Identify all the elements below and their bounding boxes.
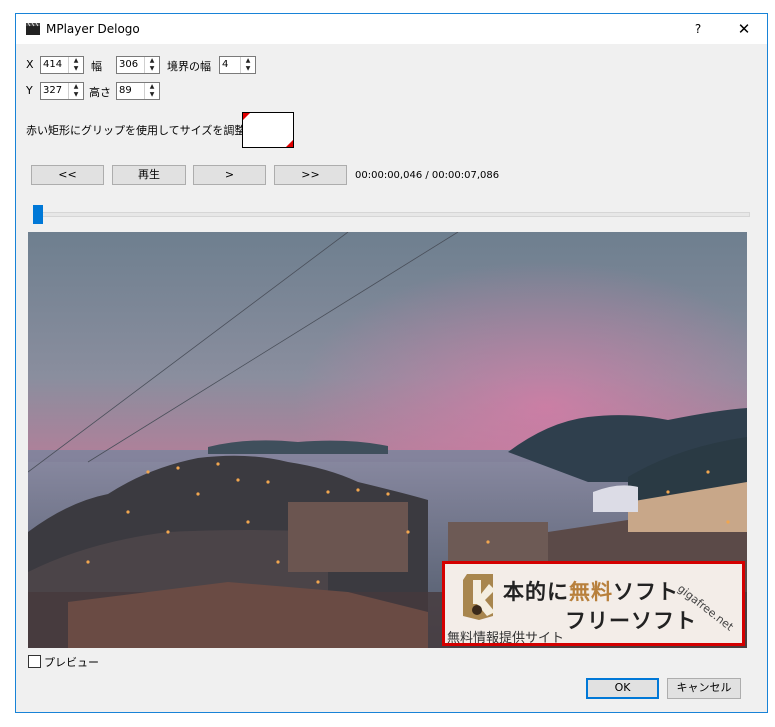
delogo-window: MPlayer Delogo ? ✕ X 414 ▲ ▼ 幅 306 ▲ ▼ 境界の… <box>15 13 768 713</box>
logo-line1: 本的に無料ソフト <box>503 580 679 604</box>
resize-grip-preview[interactable] <box>242 112 294 148</box>
preview-label: プレビュー <box>44 656 99 669</box>
border-spinner[interactable]: 4 ▲ ▼ <box>219 56 256 74</box>
spin-up-icon[interactable]: ▲ <box>145 83 159 91</box>
preview-checkbox[interactable] <box>28 655 41 668</box>
y-label: Y <box>26 84 33 97</box>
rewind-button[interactable]: << <box>31 165 104 185</box>
logo-line2: フリーソフト <box>565 609 697 633</box>
y-value: 327 <box>43 85 63 96</box>
spin-up-icon[interactable]: ▲ <box>69 57 83 65</box>
grip-hint-label: 赤い矩形にグリップを使用してサイズを調整 <box>26 124 246 137</box>
step-button[interactable]: > <box>193 165 266 185</box>
spin-down-icon[interactable]: ▼ <box>69 91 83 99</box>
logo-emblem-icon <box>463 574 495 620</box>
play-button[interactable]: 再生 <box>112 165 186 185</box>
help-button[interactable]: ? <box>675 14 721 44</box>
grip-top-left-handle[interactable] <box>243 113 250 120</box>
width-value: 306 <box>119 59 139 70</box>
clapperboard-icon <box>26 22 40 35</box>
height-label: 高さ <box>89 86 111 99</box>
logo-selection-rectangle[interactable]: 本的に無料ソフト フリーソフト 無料情報提供サイト gigafree.net <box>442 561 745 646</box>
spin-down-icon[interactable]: ▼ <box>145 65 159 73</box>
time-readout: 00:00:00,046 / 00:00:07,086 <box>355 170 500 181</box>
spin-down-icon[interactable]: ▼ <box>241 65 255 73</box>
forward-button[interactable]: >> <box>274 165 347 185</box>
spin-up-icon[interactable]: ▲ <box>69 83 83 91</box>
cancel-button[interactable]: キャンセル <box>667 678 741 699</box>
seek-thumb[interactable] <box>32 205 43 224</box>
seek-track[interactable] <box>36 212 750 217</box>
spin-down-icon[interactable]: ▼ <box>69 65 83 73</box>
x-label: X <box>26 58 34 71</box>
x-value: 414 <box>43 59 63 70</box>
border-value: 4 <box>222 59 229 70</box>
border-label: 境界の幅 <box>167 60 211 73</box>
height-value: 89 <box>119 85 132 96</box>
height-spinner[interactable]: 89 ▲ ▼ <box>116 82 160 100</box>
grip-bottom-right-handle[interactable] <box>286 140 293 147</box>
close-button[interactable]: ✕ <box>721 14 767 44</box>
window-title: MPlayer Delogo <box>46 22 140 36</box>
width-label: 幅 <box>91 60 102 73</box>
spin-up-icon[interactable]: ▲ <box>241 57 255 65</box>
y-spinner[interactable]: 327 ▲ ▼ <box>40 82 84 100</box>
logo-line3: 無料情報提供サイト <box>447 631 565 646</box>
title-bar[interactable]: MPlayer Delogo ? ✕ <box>16 14 767 44</box>
spin-down-icon[interactable]: ▼ <box>145 91 159 99</box>
spin-up-icon[interactable]: ▲ <box>145 57 159 65</box>
width-spinner[interactable]: 306 ▲ ▼ <box>116 56 160 74</box>
x-spinner[interactable]: 414 ▲ ▼ <box>40 56 84 74</box>
ok-button[interactable]: OK <box>586 678 659 699</box>
